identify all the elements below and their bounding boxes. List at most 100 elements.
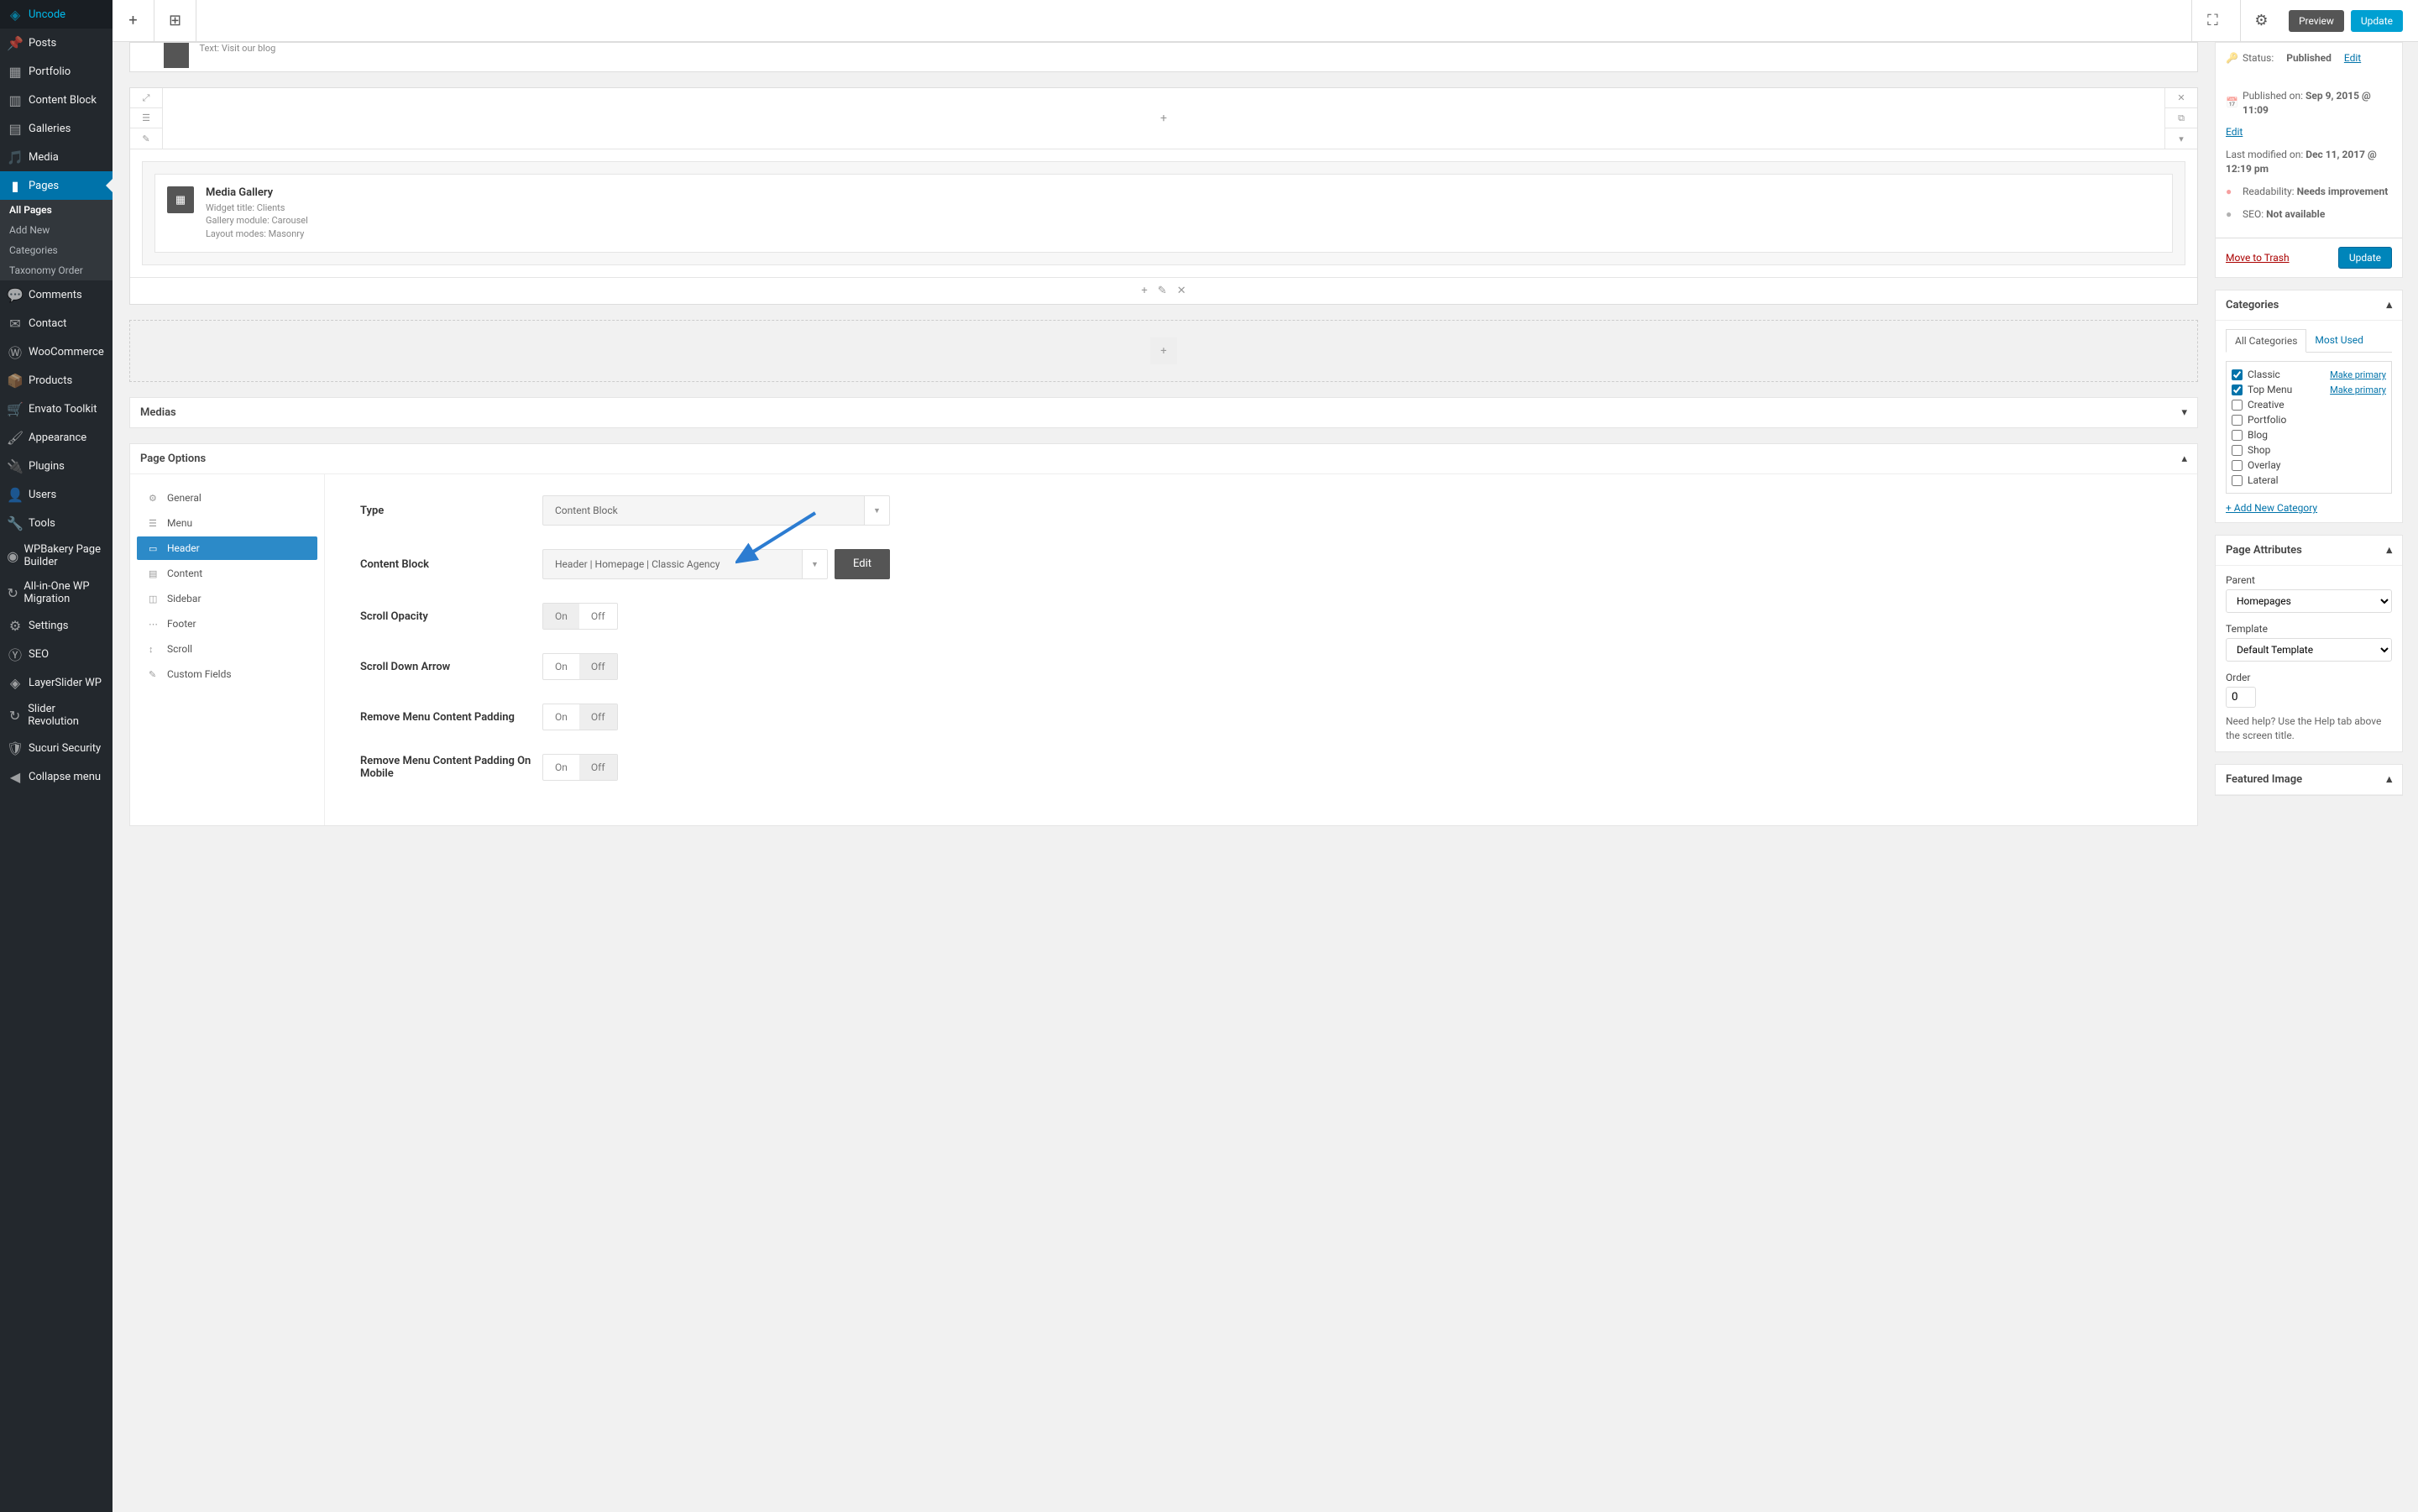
sidebar-item-users[interactable]: 👤Users xyxy=(0,480,113,509)
po-nav-scroll[interactable]: ↕Scroll xyxy=(137,637,317,661)
row-foot-add[interactable]: + xyxy=(1141,285,1147,297)
category-checkbox[interactable] xyxy=(2232,460,2243,471)
page-icon: ▮ xyxy=(7,177,24,194)
page-attributes-toggle[interactable]: Page Attributes▴ xyxy=(2216,536,2402,566)
move-to-trash-link[interactable]: Move to Trash xyxy=(2226,252,2290,264)
category-checkbox[interactable] xyxy=(2232,430,2243,441)
scroll-down-arrow-toggle[interactable]: OnOff xyxy=(542,653,618,680)
sidebar-item-plugins[interactable]: 🔌Plugins xyxy=(0,452,113,480)
sidebar-item-galleries[interactable]: ▤Galleries xyxy=(0,114,113,143)
scroll-opacity-toggle[interactable]: OnOff xyxy=(542,603,618,630)
sidebar-item-wpbakery-page-builder[interactable]: ◉WPBakery Page Builder xyxy=(0,537,113,574)
category-checkbox[interactable] xyxy=(2232,445,2243,456)
fullscreen-button[interactable]: ⛶ xyxy=(2191,0,2233,42)
mail-icon: ✉ xyxy=(7,315,24,332)
vc-row: ⤢ ☰ ✎ + ✕ ⧉ ▾ ▦ Media Gallery xyxy=(129,87,2198,305)
remove-padding-toggle[interactable]: OnOff xyxy=(542,704,618,730)
sidebar-item-all-in-one-wp-migration[interactable]: ↻All-in-One WP Migration xyxy=(0,574,113,611)
remove-padding-mobile-toggle[interactable]: OnOff xyxy=(542,754,618,781)
type-select[interactable]: Content Block xyxy=(542,495,865,526)
content-block-edit-button[interactable]: Edit xyxy=(835,549,890,579)
categories-panel-toggle[interactable]: Categories▴ xyxy=(2216,290,2402,321)
sidebar-item-envato-toolkit[interactable]: 🛒Envato Toolkit xyxy=(0,395,113,423)
row-add-top[interactable]: + xyxy=(163,88,2164,149)
settings-button[interactable]: ⚙ xyxy=(2240,0,2282,42)
tab-most-used[interactable]: Most Used xyxy=(2306,329,2372,352)
row-expand-icon[interactable]: ⤢ xyxy=(130,88,162,108)
type-select-caret[interactable]: ▼ xyxy=(865,495,890,526)
sidebar-item-contact[interactable]: ✉Contact xyxy=(0,309,113,337)
submenu-item-all-pages[interactable]: All Pages xyxy=(0,200,113,220)
vc-element-media-gallery[interactable]: ▦ Media Gallery Widget title: Clients Ga… xyxy=(154,174,2173,253)
sidebar-item-pages[interactable]: ▮Pages xyxy=(0,171,113,200)
order-input[interactable] xyxy=(2226,687,2256,708)
row-clone-icon[interactable]: ⧉ xyxy=(2165,108,2197,128)
po-nav-footer[interactable]: ⋯Footer xyxy=(137,612,317,636)
make-primary-link[interactable]: Make primary xyxy=(2330,369,2386,380)
po-nav-custom-fields[interactable]: ✎Custom Fields xyxy=(137,662,317,686)
row-edit-icon[interactable]: ✎ xyxy=(130,128,162,149)
row-caret-icon[interactable]: ▾ xyxy=(2165,128,2197,149)
po-nav-content[interactable]: ▤Content xyxy=(137,562,317,585)
row-list-icon[interactable]: ☰ xyxy=(130,108,162,128)
add-section: + xyxy=(129,320,2198,382)
content-block-select[interactable]: Header | Homepage | Classic Agency xyxy=(542,549,803,579)
add-block-button[interactable]: + xyxy=(113,0,154,42)
sidebar-item-seo[interactable]: ⓎSEO xyxy=(0,640,113,668)
category-item-top-menu: Top MenuMake primary xyxy=(2232,382,2386,397)
sidebar-item-appearance[interactable]: 🖌Appearance xyxy=(0,423,113,452)
status-edit-link[interactable]: Edit xyxy=(2344,51,2361,65)
po-nav-header[interactable]: ▭Header xyxy=(137,536,317,560)
category-checkbox[interactable] xyxy=(2232,369,2243,380)
sidebar-item-products[interactable]: 📦Products xyxy=(0,366,113,395)
sidebar-item-portfolio[interactable]: ▦Portfolio xyxy=(0,57,113,86)
tab-all-categories[interactable]: All Categories xyxy=(2226,329,2306,353)
layout-button[interactable]: ⊞ xyxy=(154,0,196,42)
make-primary-link[interactable]: Make primary xyxy=(2330,385,2386,395)
sidebar-item-tools[interactable]: 🔧Tools xyxy=(0,509,113,537)
sidebar-item-settings[interactable]: ⚙Settings xyxy=(0,611,113,640)
submenu-item-add-new[interactable]: Add New xyxy=(0,220,113,240)
sidebar-item-layerslider-wp[interactable]: ◈LayerSlider WP xyxy=(0,668,113,697)
row-foot-delete[interactable]: ✕ xyxy=(1177,285,1186,297)
po-nav-menu[interactable]: ☰Menu xyxy=(137,511,317,535)
sidebar-item-media[interactable]: 🎵Media xyxy=(0,143,113,171)
seo-icon: Ⓨ xyxy=(7,646,24,662)
submenu-item-taxonomy-order[interactable]: Taxonomy Order xyxy=(0,260,113,280)
migrate-icon: ↻ xyxy=(7,584,18,601)
row-close-icon[interactable]: ✕ xyxy=(2165,88,2197,108)
add-section-button[interactable]: + xyxy=(1150,337,1177,364)
category-checkbox[interactable] xyxy=(2232,415,2243,426)
sidebar-item-posts[interactable]: 📌Posts xyxy=(0,29,113,57)
sidebar-item-uncode[interactable]: ◈Uncode xyxy=(0,0,113,29)
category-checkbox[interactable] xyxy=(2232,475,2243,486)
sidebar-item-sucuri-security[interactable]: 🛡Sucuri Security xyxy=(0,734,113,762)
featured-image-toggle[interactable]: Featured Image▴ xyxy=(2216,765,2402,795)
template-select[interactable]: Default Template xyxy=(2226,638,2392,662)
category-checkbox[interactable] xyxy=(2232,400,2243,411)
content-block-caret[interactable]: ▼ xyxy=(803,549,828,579)
published-edit-link[interactable]: Edit xyxy=(2226,125,2243,139)
po-nav-general[interactable]: ⚙General xyxy=(137,486,317,510)
parent-select[interactable]: Homepages xyxy=(2226,589,2392,613)
category-checkbox[interactable] xyxy=(2232,385,2243,395)
page-options-toggle[interactable]: Page Options ▴ xyxy=(130,444,2197,473)
sidebar-item-comments[interactable]: 💬Comments xyxy=(0,280,113,309)
key-icon: 🔑 xyxy=(2226,51,2237,65)
publish-update-button[interactable]: Update xyxy=(2338,247,2392,269)
medias-panel-toggle[interactable]: Medias ▾ xyxy=(130,398,2197,427)
preview-button[interactable]: Preview xyxy=(2289,10,2344,32)
sidebar-item-content-block[interactable]: ▥Content Block xyxy=(0,86,113,114)
brush-icon: 🖌 xyxy=(7,429,24,446)
submenu-item-categories[interactable]: Categories xyxy=(0,240,113,260)
sidebar-item-slider-revolution[interactable]: ↻Slider Revolution xyxy=(0,697,113,734)
update-button[interactable]: Update xyxy=(2351,10,2403,32)
sidebar-item-woocommerce[interactable]: ⓌWooCommerce xyxy=(0,337,113,366)
row-foot-edit[interactable]: ✎ xyxy=(1158,285,1167,297)
add-new-category-link[interactable]: + Add New Category xyxy=(2226,502,2317,514)
wpb-icon: ◉ xyxy=(7,547,18,564)
sidebar-item-collapse-menu[interactable]: ◀Collapse menu xyxy=(0,762,113,791)
grid-icon: ▦ xyxy=(7,63,24,80)
po-nav-sidebar[interactable]: ◫Sidebar xyxy=(137,587,317,610)
attributes-help-text: Need help? Use the Help tab above the sc… xyxy=(2226,714,2392,743)
